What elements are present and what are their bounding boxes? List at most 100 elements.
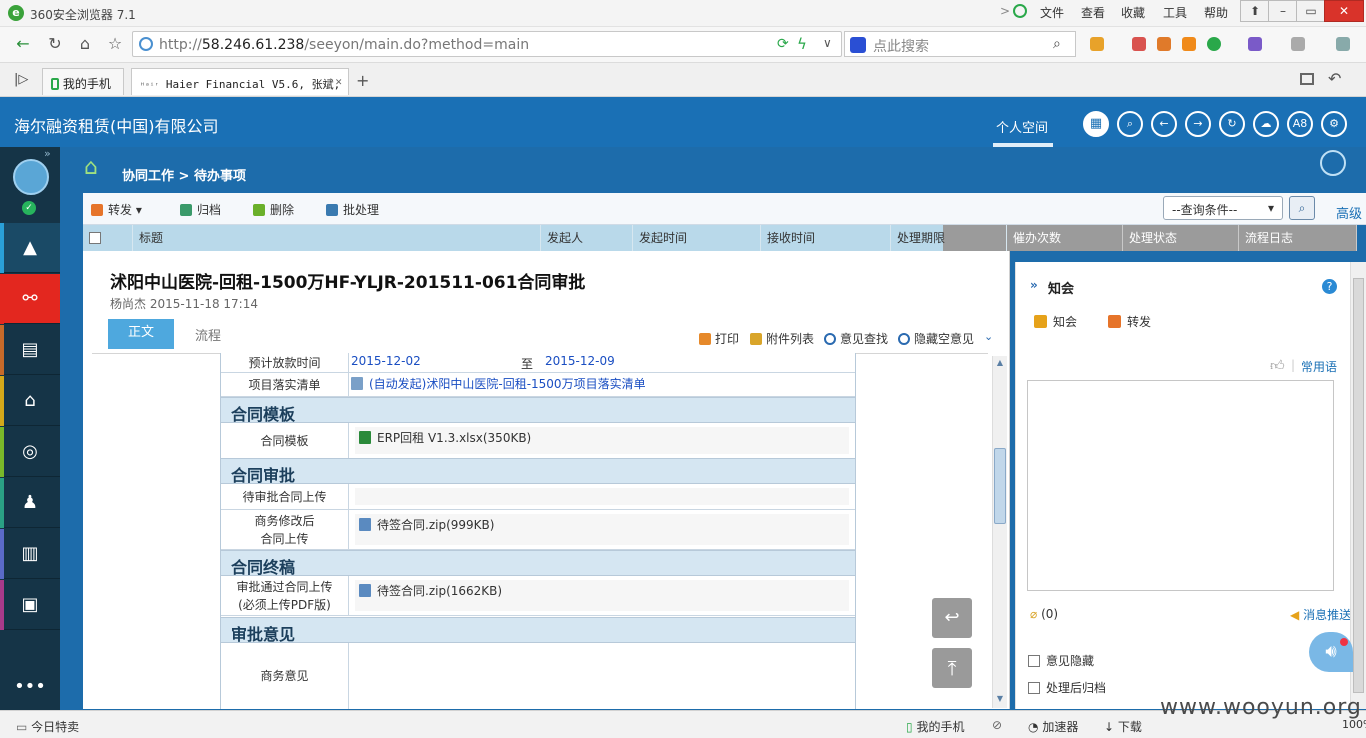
pin-icon[interactable]: ⬆ — [1240, 0, 1270, 22]
col-receive-time[interactable]: 接收时间 — [761, 225, 891, 251]
project-list-link[interactable]: (自动发起)沭阳中山医院-回租-1500万项目落实清单 — [369, 377, 646, 391]
like-icon[interactable]: 👍︎ — [1270, 357, 1285, 374]
tab-body[interactable]: 正文 — [108, 319, 174, 349]
minimize-button[interactable]: – — [1268, 0, 1298, 22]
chevron-right-icon[interactable]: > — [1000, 4, 1010, 18]
rail-item-target[interactable]: ◎ — [0, 427, 60, 477]
download-button[interactable]: ↓ 下载 — [1104, 718, 1142, 735]
tab-haier-financial[interactable]: ᴴᵃⁱʳ Haier Financial V5.6, 张斌, ✕ — [131, 68, 349, 95]
col-sender[interactable]: 发起人 — [541, 225, 633, 251]
reply-button[interactable]: ↩ — [932, 598, 972, 638]
col-reminders[interactable]: 催办次数 — [1007, 225, 1123, 251]
side-forward-button[interactable]: 转发 — [1108, 313, 1151, 330]
menu-view[interactable]: 查看 — [1081, 4, 1105, 21]
hide-opinion-option[interactable]: 意见隐藏 — [1028, 652, 1094, 669]
extension-icon[interactable] — [1336, 37, 1350, 51]
scroll-up-icon[interactable]: ▲ — [994, 358, 1006, 370]
home-icon[interactable]: ⌂ — [74, 34, 96, 54]
search-icon[interactable]: ⌕ — [1117, 111, 1143, 137]
opinion-textarea[interactable] — [1027, 380, 1334, 591]
image-icon[interactable] — [1291, 37, 1305, 51]
today-sale-link[interactable]: ▭ 今日特卖 — [16, 718, 79, 735]
expand-icon[interactable]: » — [44, 147, 51, 160]
rail-item-collaboration[interactable]: ⚯ — [0, 274, 60, 324]
biz-modified-file-link[interactable]: 待签合同.zip(999KB) — [377, 518, 494, 532]
query-select[interactable]: --查询条件-- ▾ — [1163, 196, 1283, 220]
home-icon[interactable]: ⌂ — [84, 155, 110, 180]
flight-icon[interactable] — [1182, 37, 1196, 51]
accelerator-button[interactable]: ◔ 加速器 — [1028, 718, 1078, 735]
rail-item-news[interactable]: ▣ — [0, 580, 60, 630]
archive-after-checkbox[interactable] — [1028, 682, 1040, 694]
col-send-time[interactable]: 发起时间 — [633, 225, 761, 251]
undo-close-icon[interactable]: ↶ — [1328, 69, 1341, 88]
message-push-link[interactable]: ◀ 消息推送 — [1290, 606, 1351, 623]
shield-icon[interactable] — [1207, 37, 1221, 51]
grid-icon[interactable]: ▦ — [1083, 111, 1109, 137]
browser-mode-icon[interactable]: ⊘ — [992, 718, 1002, 732]
hide-opinion-checkbox[interactable] — [1028, 655, 1040, 667]
back-to-top-button[interactable]: ⤒ — [932, 648, 972, 688]
forward-icon[interactable]: → — [1185, 111, 1211, 137]
mail-icon[interactable] — [1132, 37, 1146, 51]
user-icon[interactable] — [1013, 4, 1027, 18]
search-icon[interactable]: ⌕ — [1053, 36, 1061, 52]
reload-icon[interactable]: ↻ — [44, 34, 66, 54]
final-file-link[interactable]: 待签合同.zip(1662KB) — [377, 584, 502, 598]
delete-button[interactable]: 删除 — [253, 201, 294, 218]
expand-more-icon[interactable]: ⌄ — [984, 330, 993, 343]
game-icon[interactable] — [1248, 37, 1262, 51]
sidebar-toggle-icon[interactable]: |▷ — [14, 72, 28, 87]
col-title[interactable]: 标题 — [133, 225, 541, 251]
form-scrollbar[interactable]: ▲ ▼ — [992, 356, 1007, 708]
back-icon[interactable]: ← — [1151, 111, 1177, 137]
url-input[interactable]: http://58.246.61.238/seeyon/main.do?meth… — [132, 31, 842, 57]
rail-more-icon[interactable]: ••• — [0, 662, 60, 712]
lightning-icon[interactable]: ϟ — [797, 35, 807, 53]
close-button[interactable]: ✕ — [1324, 0, 1364, 22]
rail-item-people[interactable]: ♟ — [0, 478, 60, 528]
print-button[interactable]: 打印 — [699, 330, 739, 347]
attachment-count[interactable]: ⌀ (0) — [1030, 607, 1058, 621]
common-phrases-link[interactable]: 常用语 — [1301, 358, 1337, 375]
back-icon[interactable]: ← — [12, 34, 34, 54]
star-icon[interactable]: ☆ — [104, 34, 126, 54]
tab-my-phone[interactable]: 我的手机 — [42, 68, 124, 95]
gear-icon[interactable]: ⚙ — [1321, 111, 1347, 137]
new-tab-button[interactable]: + — [356, 71, 369, 90]
help-icon[interactable]: ? — [1322, 279, 1337, 294]
panel-scroll-thumb[interactable] — [1353, 278, 1364, 693]
forward-button[interactable]: 转发 ▾ — [91, 201, 142, 218]
refresh-icon[interactable]: ↻ — [1219, 111, 1245, 137]
rail-item-calendar[interactable]: ▤ — [0, 325, 60, 375]
chevron-down-icon[interactable]: ∨ — [823, 36, 832, 50]
search-input[interactable]: 点此搜索 ⌕ — [844, 31, 1076, 57]
close-tab-icon[interactable]: ✕ — [335, 75, 342, 88]
menu-file[interactable]: 文件 — [1040, 4, 1064, 21]
news-icon[interactable] — [1157, 37, 1171, 51]
menu-help[interactable]: 帮助 — [1204, 4, 1228, 21]
personal-space-tab[interactable]: 个人空间 — [996, 117, 1048, 136]
scroll-thumb[interactable] — [994, 448, 1006, 524]
menu-favorites[interactable]: 收藏 — [1121, 4, 1145, 21]
maximize-button[interactable]: ▭ — [1296, 0, 1326, 22]
refresh-green-icon[interactable]: ⟳ — [777, 36, 789, 52]
status-my-phone[interactable]: ▯ 我的手机 — [906, 718, 964, 735]
template-file-link[interactable]: ERP回租 V1.3.xlsx(350KB) — [377, 431, 531, 445]
archive-after-option[interactable]: 处理后归档 — [1028, 679, 1106, 696]
opinion-search-button[interactable]: 意见查找 — [824, 330, 888, 347]
rail-item-docs[interactable]: ▥ — [0, 529, 60, 579]
notify-button[interactable]: 知会 — [1034, 313, 1077, 330]
clock-icon[interactable] — [1320, 150, 1346, 176]
apps-icon[interactable] — [1090, 37, 1104, 51]
a8-icon[interactable]: A8 — [1287, 111, 1313, 137]
select-all-checkbox[interactable] — [89, 232, 101, 244]
query-search-button[interactable]: ⌕ — [1289, 196, 1315, 220]
hide-empty-opinion-button[interactable]: 隐藏空意见 — [898, 330, 974, 347]
col-flow-log[interactable]: 流程日志 — [1239, 225, 1357, 251]
batch-button[interactable]: 批处理 — [326, 201, 379, 218]
col-status[interactable]: 处理状态 — [1123, 225, 1239, 251]
avatar[interactable] — [13, 159, 49, 195]
rail-item-chart[interactable]: ⌂ — [0, 376, 60, 426]
col-deadline[interactable]: 处理期限 — [891, 225, 1007, 251]
